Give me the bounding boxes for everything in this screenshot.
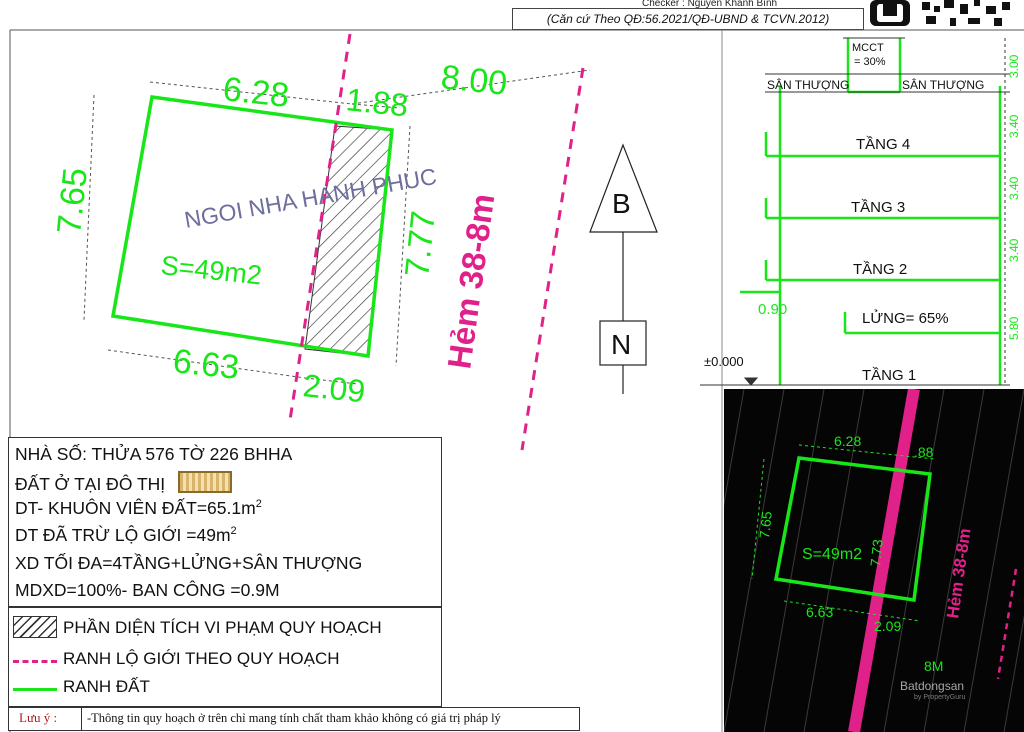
net-area: DT ĐÃ TRỪ LỘ GIỚI =49m2 [15,525,237,546]
max-build: XD TỐI ĐA=4TẦNG+LỬNG+SÂN THƯỢNG [15,553,363,573]
dim-top-left: 6.28 [221,70,291,115]
info-panel: NHÀ SỐ: THỬA 576 TỜ 226 BHHA ĐẤT Ở TẠI Đ… [8,437,442,607]
total-area-text: DT- KHUÔN VIÊN ĐẤT=65.1m [15,498,256,518]
floor-2-label: TẦNG 2 [853,261,907,278]
mcct-value: = 30% [854,56,886,68]
dim-setback: 8.00 [439,58,509,103]
dim-left: 7.65 [50,166,95,236]
height-floor-4: 3.40 [1007,114,1021,138]
legend-land-swatch [13,688,57,691]
balcony-dim: 0.90 [758,301,787,318]
total-area-sup: 2 [255,498,262,511]
land-type-swatch [178,471,233,493]
mezzanine-label: LỬNG= 65% [862,309,949,327]
level-zero: ±0.000 [704,354,744,369]
compass-south: N [611,329,631,360]
photo-width-label: 8M [924,658,943,674]
photo-dim-bottom-right: 2.09 [874,618,901,634]
height-floor-3: 3.40 [1007,176,1021,200]
dim-bottom-right: 2.09 [301,367,367,409]
photo-dim-top-left: 6.28 [834,433,861,449]
mcct-label: MCCT [852,42,884,54]
floor-4-label: TẦNG 4 [856,136,910,153]
legend-road-swatch [13,660,57,663]
cad-photo-drawing: 6.28 .88 7.65 7.73 S=49m2 6.63 2.09 Hẻm … [724,389,1024,732]
area-label: S=49m2 [159,250,263,290]
roof-left-label: SÂN THƯỢNG [767,77,849,92]
dim-top-right: 1.88 [344,81,410,123]
height-floor-2: 3.40 [1007,238,1021,262]
photo-area: S=49m2 [802,546,862,563]
legend-road: RANH LỘ GIỚI THEO QUY HOẠCH [63,649,340,668]
watermark-sub: by PropertyGuru [914,694,966,701]
legend-hatch-swatch [13,616,57,638]
land-type: ĐẤT Ở TẠI ĐÔ THỊ [15,471,233,495]
photo-alley-label: Hẻm 38-8m [943,527,974,619]
alley-edge-line [520,67,585,451]
watermark: Batdongsan [900,679,965,693]
cad-photo-inset: 6.28 .88 7.65 7.73 S=49m2 6.63 2.09 Hẻm … [724,389,1024,732]
note-text: -Thông tin quy hoạch ở trên chỉ mang tín… [87,711,501,725]
height-roof: 3.00 [1007,54,1021,78]
note-title: Lưu ý : [19,710,58,725]
land-type-text: ĐẤT Ở TẠI ĐÔ THỊ [15,474,166,494]
legend-land: RANH ĐẤT [63,677,150,696]
note-divider [81,708,82,730]
legend-panel: PHẦN DIỆN TÍCH VI PHẠM QUY HOẠCH RANH LỘ… [8,607,442,707]
photo-dim-bottom-left: 6.63 [806,604,833,620]
build-density: MDXD=100%- BAN CÔNG =0.9M [15,580,280,600]
floor-3-label: TẦNG 3 [851,199,905,216]
photo-dim-top-right: .88 [914,444,934,460]
street-name: NGOI NHA HANH PHUC [182,163,438,233]
photo-dim-left: 7.65 [756,510,775,539]
height-floor-1: 5.80 [1007,316,1021,340]
net-area-sup: 2 [230,525,237,538]
floor-1-label: TẦNG 1 [862,367,916,384]
dim-right: 7.77 [398,209,443,279]
photo-dim-right: 7.73 [867,538,886,567]
alley-label: Hẻm 38-8m [440,191,501,371]
north-compass: B N [589,143,658,394]
disclaimer-row: Lưu ý : -Thông tin quy hoạch ở trên chỉ … [8,707,580,731]
roof-right-label: SÂN THƯỢNG [902,77,984,92]
photo-alley-edge [996,568,1018,680]
legend-violation: PHẦN DIỆN TÍCH VI PHẠM QUY HOẠCH [63,618,382,637]
lot-number: NHÀ SỐ: THỬA 576 TỜ 226 BHHA [15,444,293,464]
total-area: DT- KHUÔN VIÊN ĐẤT=65.1m2 [15,498,262,519]
compass-north: B [612,188,631,219]
net-area-text: DT ĐÃ TRỪ LỘ GIỚI =49m [15,525,231,545]
dim-bottom-left: 6.63 [171,342,241,387]
